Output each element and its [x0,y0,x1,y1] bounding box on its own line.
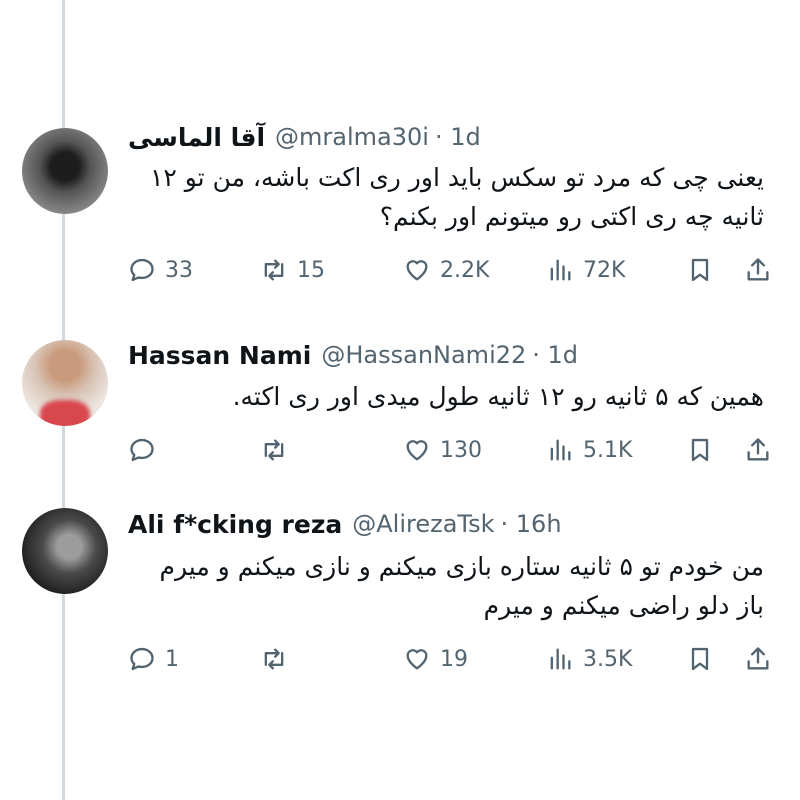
bookmark-icon [691,647,709,671]
retweet-button[interactable]: 15 [260,252,325,288]
share-icon [747,647,769,670]
reply-button[interactable]: 33 [128,252,193,288]
reply-text: من خودم تو ۵ ثانیه ستاره بازی میکنم و نا… [159,552,764,620]
share-icon [747,438,769,461]
handle[interactable]: @AlirezaTsk [352,510,494,538]
bookmark-icon [691,258,709,282]
share-button[interactable] [744,432,772,468]
bookmark-button[interactable] [686,641,714,677]
views-icon [550,439,571,461]
views-button[interactable]: 3.5K [546,641,632,677]
views-count: 3.5K [583,646,633,672]
retweet-icon [264,648,284,670]
reply-text: همین که ۵ ثانیه رو ۱۲ ثانیه طول میدی اور… [232,382,764,411]
like-button[interactable]: 19 [403,641,468,677]
reply-button[interactable]: 1 [128,641,179,677]
bookmark-icon [691,438,709,462]
views-icon [550,259,571,281]
reply-count: 33 [165,257,193,283]
reply-icon [130,438,154,462]
reply-button[interactable] [128,432,165,468]
reply-text: یعنی چی که مرد تو سکس باید اور ری اکت با… [149,163,764,231]
timestamp[interactable]: · 16h [501,510,562,538]
reply-icon [130,647,154,671]
retweet-button[interactable] [260,641,297,677]
reply-icon [130,258,154,282]
views-count: 72K [583,257,626,283]
display-name[interactable]: Hassan Nami [128,341,311,370]
share-button[interactable] [744,641,772,677]
avatar[interactable] [22,128,108,214]
views-button[interactable]: 5.1K [546,432,632,468]
share-icon [747,258,769,281]
timestamp[interactable]: · 1d [435,123,481,151]
avatar[interactable] [22,340,108,426]
like-button[interactable]: 2.2K [403,252,489,288]
reply-count: 1 [165,646,179,672]
like-button[interactable]: 130 [403,432,482,468]
retweet-icon [264,439,284,461]
like-count: 130 [440,437,482,463]
display-name[interactable]: Ali f*cking reza [128,510,342,539]
like-count: 2.2K [440,257,490,283]
views-count: 5.1K [583,437,633,463]
views-button[interactable]: 72K [546,252,625,288]
handle[interactable]: @mralma30i [275,123,429,151]
retweet-button[interactable] [260,432,297,468]
avatar[interactable] [22,508,108,594]
bookmark-button[interactable] [686,252,714,288]
heart-icon [406,440,428,461]
views-icon [550,648,571,670]
heart-icon [406,260,428,281]
bookmark-button[interactable] [686,432,714,468]
handle[interactable]: @HassanNami22 [321,341,526,369]
timestamp[interactable]: · 1d [532,341,578,369]
heart-icon [406,649,428,670]
share-button[interactable] [744,252,772,288]
display-name[interactable]: آقا الماسی [128,123,265,152]
retweet-count: 15 [297,257,325,283]
like-count: 19 [440,646,468,672]
retweet-icon [264,259,284,281]
